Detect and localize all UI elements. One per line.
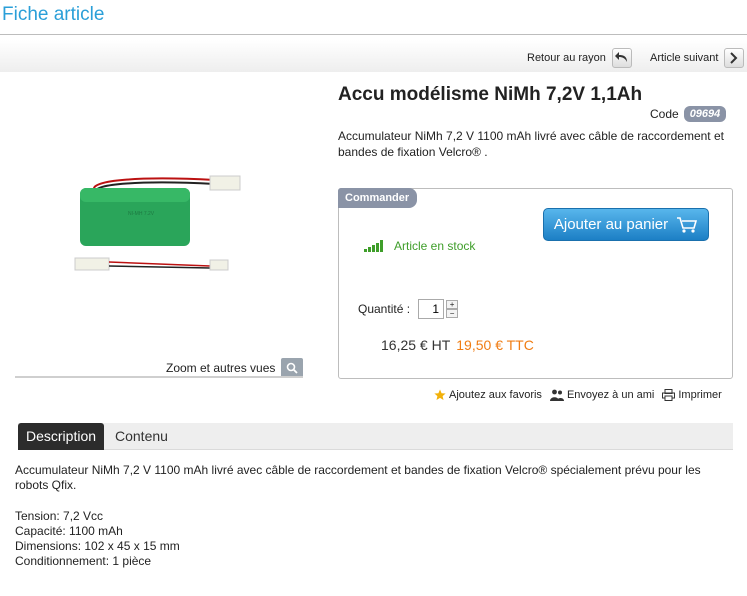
page-title: Fiche article [2,4,105,25]
tab-description[interactable]: Description [18,423,105,450]
spec-dimensions: Dimensions: 102 x 45 x 15 mm [15,539,180,553]
zoom-label: Zoom et autres vues [166,361,276,375]
code-badge: 09694 [683,106,727,122]
title-divider [0,34,747,35]
send-to-friend-link[interactable]: Envoyez à un ami [549,389,655,401]
add-to-cart-label: Ajouter au panier [553,216,669,233]
spec-voltage: Tension: 7,2 Vcc [15,509,104,523]
image-divider [15,376,303,378]
zoom-link[interactable]: Zoom et autres vues [166,358,304,378]
back-to-category-link[interactable]: Retour au rayon [527,48,632,68]
spec-capacity: Capacité: 1100 mAh [15,524,123,538]
add-to-cart-button[interactable]: Ajouter au panier [543,208,709,241]
quantity-row: Quantité : + − [358,299,459,319]
users-icon [549,389,564,401]
price-ht: 16,25 € HT [381,337,451,353]
specs-list: Tension: 7,2 Vcc Capacité: 1100 mAh Dime… [15,509,180,569]
print-label: Imprimer [678,389,722,401]
spec-packaging: Conditionnement: 1 pièce [15,554,152,568]
next-article-label: Article suivant [650,52,719,64]
short-description: Accumulateur NiMh 7,2 V 1100 mAh livré a… [338,129,724,159]
tab-content[interactable]: Contenu [115,428,168,444]
code-label: Code [650,107,679,121]
product-code: Code 09694 [650,106,727,122]
product-image[interactable]: NI-MH 7.2V [70,170,250,280]
quantity-increment-button[interactable]: + [446,300,459,309]
quantity-label: Quantité : [358,302,411,316]
product-actions: Ajoutez aux favoris Envoyez à un ami Imp… [434,389,730,401]
back-to-category-label: Retour au rayon [527,52,606,64]
magnifier-icon[interactable] [281,358,304,378]
price-ttc: 19,50 € TTC [456,337,534,353]
stock-label: Article en stock [394,239,476,253]
star-icon [434,389,446,400]
back-arrow-icon[interactable] [611,48,632,68]
next-article-link[interactable]: Article suivant [650,48,745,68]
cart-icon [677,216,698,233]
quantity-input[interactable] [418,299,445,319]
signal-bars-icon [364,240,383,252]
svg-text:NI-MH 7.2V: NI-MH 7.2V [128,211,155,217]
tabs-bar: Description Contenu [18,423,733,450]
chevron-right-icon[interactable] [724,48,745,68]
long-description: Accumulateur NiMh 7,2 V 1100 mAh livré a… [15,463,701,492]
print-link[interactable]: Imprimer [662,389,722,401]
price-row: 16,25 € HT 19,50 € TTC [381,337,534,353]
favorites-label: Ajoutez aux favoris [449,389,542,401]
printer-icon [662,389,676,401]
order-box: Commander Ajouter au panier Article en s… [338,188,733,379]
nav-bar: Retour au rayon Article suivant [0,40,747,72]
send-friend-label: Envoyez à un ami [566,389,655,401]
order-tab-label: Commander [338,188,418,208]
quantity-decrement-button[interactable]: − [446,309,459,318]
add-to-favorites-link[interactable]: Ajoutez aux favoris [434,389,542,401]
product-title: Accu modélisme NiMh 7,2V 1,1Ah [338,84,643,105]
quantity-stepper: + − [446,300,459,318]
stock-status: Article en stock [364,239,475,253]
